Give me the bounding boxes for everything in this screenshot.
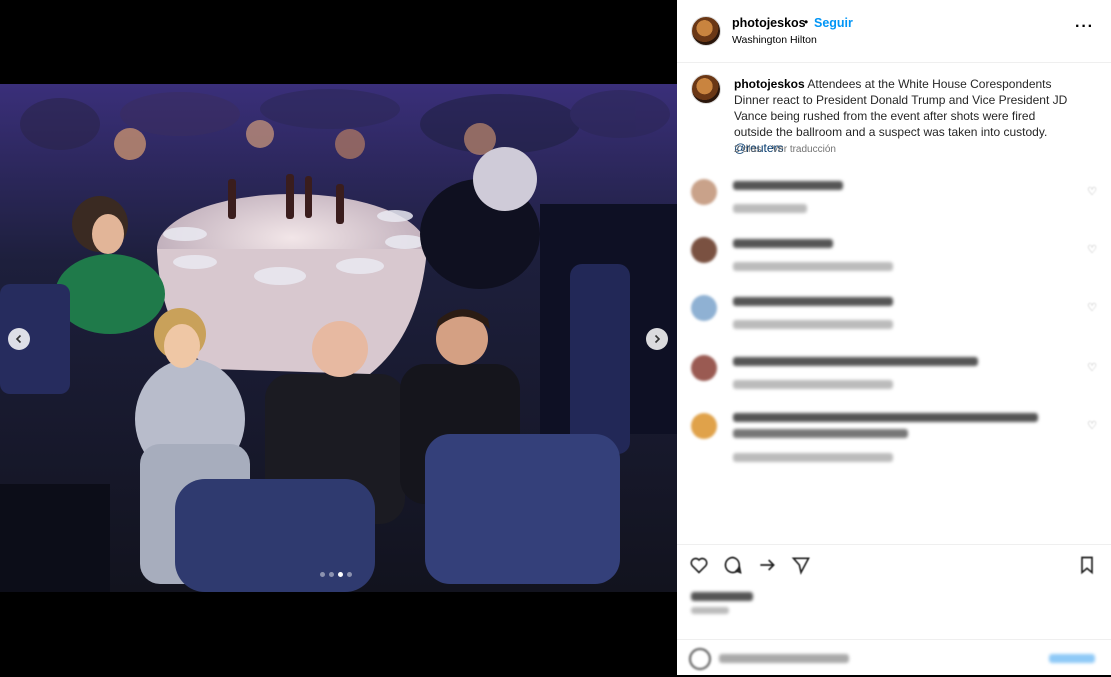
comment-text	[733, 357, 978, 366]
bookmark-icon[interactable]	[1077, 555, 1097, 575]
comment-avatar[interactable]	[691, 413, 717, 439]
translate-link[interactable]: Ver traducción	[772, 144, 836, 155]
author-username[interactable]: photojeskos	[732, 16, 806, 30]
comment-item: ♡	[677, 233, 1111, 283]
add-comment-row	[677, 639, 1111, 677]
comment-meta	[733, 204, 807, 213]
ballroom-photo	[0, 84, 677, 592]
chevron-left-icon	[15, 334, 22, 344]
post-photo	[0, 84, 677, 592]
post-date	[691, 607, 729, 614]
carousel-indicator	[320, 572, 352, 577]
comment-text	[733, 413, 1038, 422]
comment-text	[733, 181, 843, 190]
carousel-dot-active	[338, 572, 343, 577]
author-avatar[interactable]	[691, 16, 721, 46]
comment-like-icon[interactable]: ♡	[1087, 419, 1097, 432]
comment-item: ♡	[677, 351, 1111, 401]
share-icon[interactable]	[757, 555, 777, 575]
comment-like-icon[interactable]: ♡	[1087, 185, 1097, 198]
likes-count[interactable]	[691, 592, 753, 601]
instagram-post-window: photojeskos • Seguir Washington Hilton ·…	[0, 0, 1111, 675]
carousel-dot	[320, 572, 325, 577]
comment-avatar[interactable]	[691, 295, 717, 321]
comment-avatar[interactable]	[691, 355, 717, 381]
emoji-icon[interactable]	[689, 648, 711, 670]
post-comment-button[interactable]	[1049, 654, 1095, 663]
comment-meta	[733, 262, 893, 271]
comment-text-line2	[733, 429, 908, 438]
post-side-panel: photojeskos • Seguir Washington Hilton ·…	[677, 0, 1111, 675]
comment-item: ♡	[677, 409, 1111, 473]
post-media-area	[0, 0, 677, 675]
comment-text	[733, 239, 833, 248]
location-link[interactable]: Washington Hilton	[732, 34, 817, 46]
comment-avatar[interactable]	[691, 237, 717, 263]
caption-meta: 2 días Ver traducción	[734, 144, 844, 155]
post-actions-bar	[677, 544, 1111, 676]
header-separator: •	[804, 15, 809, 29]
send-icon[interactable]	[791, 555, 811, 575]
more-options-icon[interactable]: ···	[1075, 18, 1094, 36]
comment-item: ♡	[677, 175, 1111, 225]
comment-like-icon[interactable]: ♡	[1087, 361, 1097, 374]
comment-text	[733, 297, 893, 306]
carousel-next-button[interactable]	[646, 328, 668, 350]
add-comment-input[interactable]	[719, 654, 849, 663]
comment-like-icon[interactable]: ♡	[1087, 301, 1097, 314]
comment-meta	[733, 380, 893, 389]
comment-meta	[733, 453, 893, 462]
caption-username[interactable]: photojeskos	[734, 77, 805, 91]
comment-avatar[interactable]	[691, 179, 717, 205]
heart-icon[interactable]	[689, 555, 709, 575]
comment-item: ♡	[677, 291, 1111, 341]
comment-icon[interactable]	[723, 555, 743, 575]
comment-like-icon[interactable]: ♡	[1087, 243, 1097, 256]
carousel-prev-button[interactable]	[8, 328, 30, 350]
comment-meta	[733, 320, 893, 329]
post-header: photojeskos • Seguir Washington Hilton ·…	[677, 0, 1111, 63]
follow-button[interactable]: Seguir	[814, 16, 853, 30]
caption-avatar[interactable]	[691, 74, 721, 104]
caption-timestamp: 2 días	[734, 144, 762, 155]
carousel-dot	[329, 572, 334, 577]
chevron-right-icon	[654, 334, 661, 344]
carousel-dot	[347, 572, 352, 577]
